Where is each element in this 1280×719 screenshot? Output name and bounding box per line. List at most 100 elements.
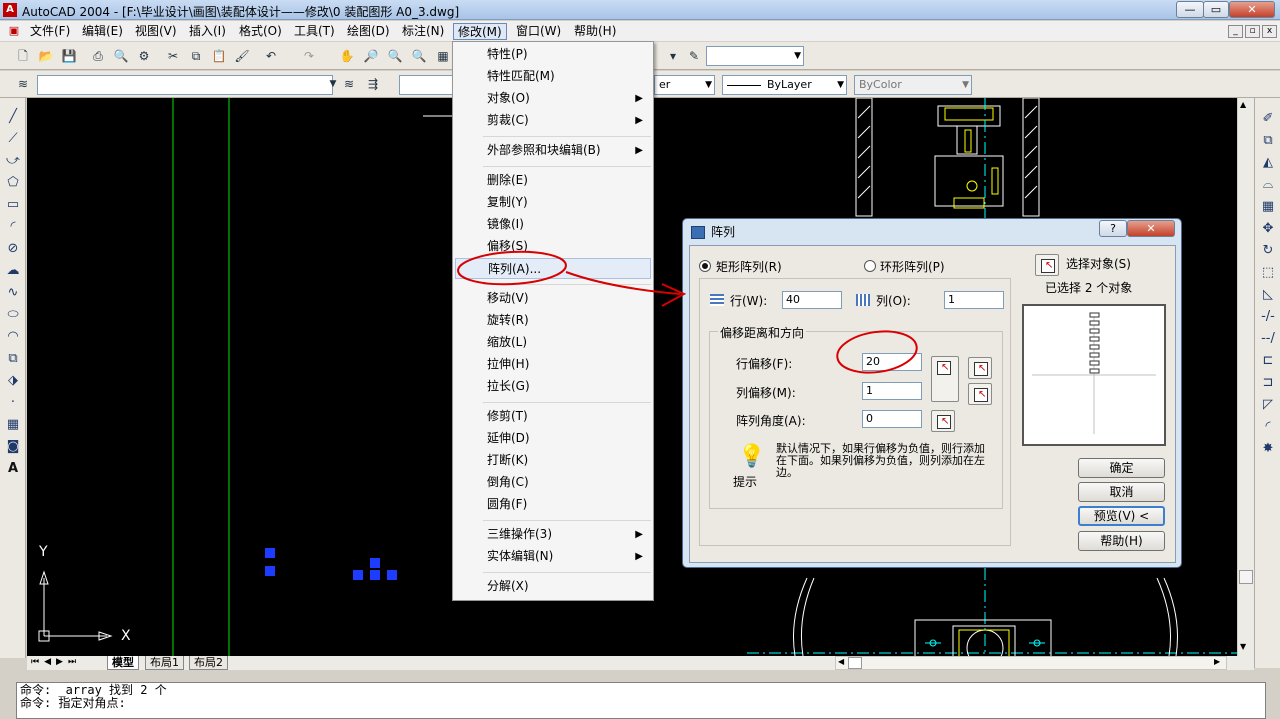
make-block-icon[interactable]: ⬗ <box>4 372 22 390</box>
construction-line-icon[interactable]: ⟋ <box>4 130 22 148</box>
columns-input[interactable]: 1 <box>944 291 1004 309</box>
copy-object-icon[interactable]: ⧉ <box>1259 132 1277 150</box>
lineweight-combo[interactable]: ByLayer ▼ <box>722 75 847 95</box>
menu-item-xref-block-edit[interactable]: 外部参照和块编辑(B) ▶ <box>455 140 651 161</box>
dropdown-arrow-icon[interactable]: ▾ <box>664 47 682 65</box>
pan-icon[interactable]: ✋ <box>338 47 356 65</box>
explode-icon[interactable]: ✸ <box>1259 440 1277 458</box>
hatch-icon[interactable]: ▦ <box>4 416 22 434</box>
save-icon[interactable]: 💾 <box>60 47 78 65</box>
help-button[interactable]: 帮助(H) <box>1078 531 1165 551</box>
rows-input[interactable]: 40 <box>782 291 842 309</box>
layers-icon[interactable]: ≋ <box>14 75 32 93</box>
menu-item-properties[interactable]: 特性(P) <box>455 44 651 65</box>
zoom-realtime-icon[interactable]: 🔎 <box>362 47 380 65</box>
row-offset-input[interactable]: 20 <box>862 353 922 371</box>
document-icon[interactable]: ▣ <box>6 22 22 38</box>
tab-nav-arrows-icon[interactable]: ⏮◀▶⏭ <box>31 657 81 667</box>
move-icon[interactable]: ✥ <box>1259 220 1277 238</box>
print-icon[interactable]: ⎙ <box>89 47 107 65</box>
properties-icon[interactable]: ▦ <box>434 47 452 65</box>
pick-column-offset-button[interactable] <box>968 383 992 405</box>
menu-item-offset[interactable]: 偏移(S) <box>455 236 651 257</box>
open-icon[interactable]: 📂 <box>37 47 55 65</box>
cut-icon[interactable]: ✂ <box>164 47 182 65</box>
color-combo[interactable] <box>399 75 454 95</box>
vertical-scroll-thumb[interactable] <box>1239 570 1253 584</box>
layer-combo[interactable] <box>37 75 333 95</box>
menu-edit[interactable]: 编辑(E) <box>78 23 127 40</box>
point-icon[interactable]: · <box>4 394 22 412</box>
vertical-scrollbar[interactable]: ▲ ▼ <box>1237 98 1254 656</box>
print-preview-icon[interactable]: 🔍 <box>112 47 130 65</box>
trim-icon[interactable]: -/- <box>1259 308 1277 326</box>
menu-format[interactable]: 格式(O) <box>235 23 286 40</box>
menu-dimension[interactable]: 标注(N) <box>398 23 448 40</box>
pick-both-offsets-button[interactable] <box>931 356 959 402</box>
zoom-previous-icon[interactable]: 🔍 <box>410 47 428 65</box>
menu-item-3d-operation[interactable]: 三维操作(3) ▶ <box>455 524 651 545</box>
mirror-icon[interactable]: ◭ <box>1259 154 1277 172</box>
rectangular-array-radio[interactable] <box>699 260 711 272</box>
scale-icon[interactable]: ⬚ <box>1259 264 1277 282</box>
polygon-icon[interactable]: ⬠ <box>4 174 22 192</box>
polar-array-radio[interactable] <box>864 260 876 272</box>
command-history[interactable]: 命令: _array 找到 2 个 命令: 指定对角点: <box>16 682 1266 719</box>
break-at-point-icon[interactable]: ⊏ <box>1259 352 1277 370</box>
menu-view[interactable]: 视图(V) <box>131 23 181 40</box>
menu-item-copy[interactable]: 复制(Y) <box>455 192 651 213</box>
chamfer-icon[interactable]: ◸ <box>1259 396 1277 414</box>
extend-icon[interactable]: --/ <box>1259 330 1277 348</box>
dimstyle-combo[interactable]: ▼ <box>706 46 804 66</box>
publish-icon[interactable]: ⚙ <box>135 47 153 65</box>
menu-draw[interactable]: 绘图(D) <box>343 23 394 40</box>
dialog-close-button[interactable]: ✕ <box>1127 220 1175 237</box>
paste-icon[interactable]: 📋 <box>210 47 228 65</box>
region-icon[interactable]: ◙ <box>4 438 22 456</box>
scroll-left-arrow-icon[interactable]: ◀ <box>838 657 844 666</box>
array-angle-input[interactable]: 0 <box>862 410 922 428</box>
menu-file[interactable]: 文件(F) <box>26 23 74 40</box>
line-icon[interactable]: ╱ <box>4 108 22 126</box>
scroll-right-arrow-icon[interactable]: ▶ <box>1214 657 1220 666</box>
close-button[interactable]: ✕ <box>1229 1 1275 18</box>
ok-button[interactable]: 确定 <box>1078 458 1165 478</box>
menu-insert[interactable]: 插入(I) <box>185 23 230 40</box>
menu-item-stretch[interactable]: 拉伸(H) <box>455 354 651 375</box>
tab-layout2[interactable]: 布局2 <box>189 656 228 670</box>
rotate-icon[interactable]: ↻ <box>1259 242 1277 260</box>
revision-cloud-icon[interactable]: ☁ <box>4 262 22 280</box>
dialog-help-button[interactable]: ? <box>1099 220 1127 237</box>
new-icon[interactable]: 🗋 <box>14 47 32 65</box>
horizontal-scrollbar[interactable]: ◀ ▶ <box>835 656 1227 670</box>
fillet-icon[interactable]: ◜ <box>1259 418 1277 436</box>
menu-item-break[interactable]: 打断(K) <box>455 450 651 471</box>
menu-item-array[interactable]: 阵列(A)... <box>455 258 651 279</box>
scroll-down-arrow-icon[interactable]: ▼ <box>1240 642 1246 651</box>
copy-icon[interactable]: ⧉ <box>187 47 205 65</box>
maximize-button[interactable]: ▭ <box>1203 1 1229 18</box>
ellipse-icon[interactable]: ⬭ <box>4 306 22 324</box>
polyline-icon[interactable]: ⤻ <box>4 152 22 170</box>
make-current-icon[interactable]: ≋ <box>340 75 358 93</box>
pick-array-angle-button[interactable] <box>931 410 955 432</box>
select-objects-button[interactable] <box>1035 254 1059 276</box>
doc-restore-button[interactable]: ▫ <box>1245 25 1260 38</box>
select-objects-label[interactable]: 选择对象(S) <box>1066 255 1131 272</box>
menu-item-chamfer[interactable]: 倒角(C) <box>455 472 651 493</box>
undo-icon[interactable]: ↶ <box>262 47 280 65</box>
zoom-window-icon[interactable]: 🔍 <box>386 47 404 65</box>
preview-button[interactable]: 预览(V) < <box>1078 506 1165 526</box>
menu-item-solid-editing[interactable]: 实体编辑(N) ▶ <box>455 546 651 567</box>
menu-item-clip[interactable]: 剪裁(C) ▶ <box>455 110 651 131</box>
polar-array-label[interactable]: 环形阵列(P) <box>880 258 945 275</box>
menu-item-extend[interactable]: 延伸(D) <box>455 428 651 449</box>
menu-item-mirror[interactable]: 镜像(I) <box>455 214 651 235</box>
tab-model[interactable]: 模型 <box>107 656 139 670</box>
stretch-icon[interactable]: ◺ <box>1259 286 1277 304</box>
erase-icon[interactable]: ✐ <box>1259 110 1277 128</box>
menu-tools[interactable]: 工具(T) <box>290 23 339 40</box>
doc-close-button[interactable]: x <box>1262 25 1277 38</box>
array-icon[interactable]: ▦ <box>1259 198 1277 216</box>
scroll-up-arrow-icon[interactable]: ▲ <box>1240 100 1246 109</box>
